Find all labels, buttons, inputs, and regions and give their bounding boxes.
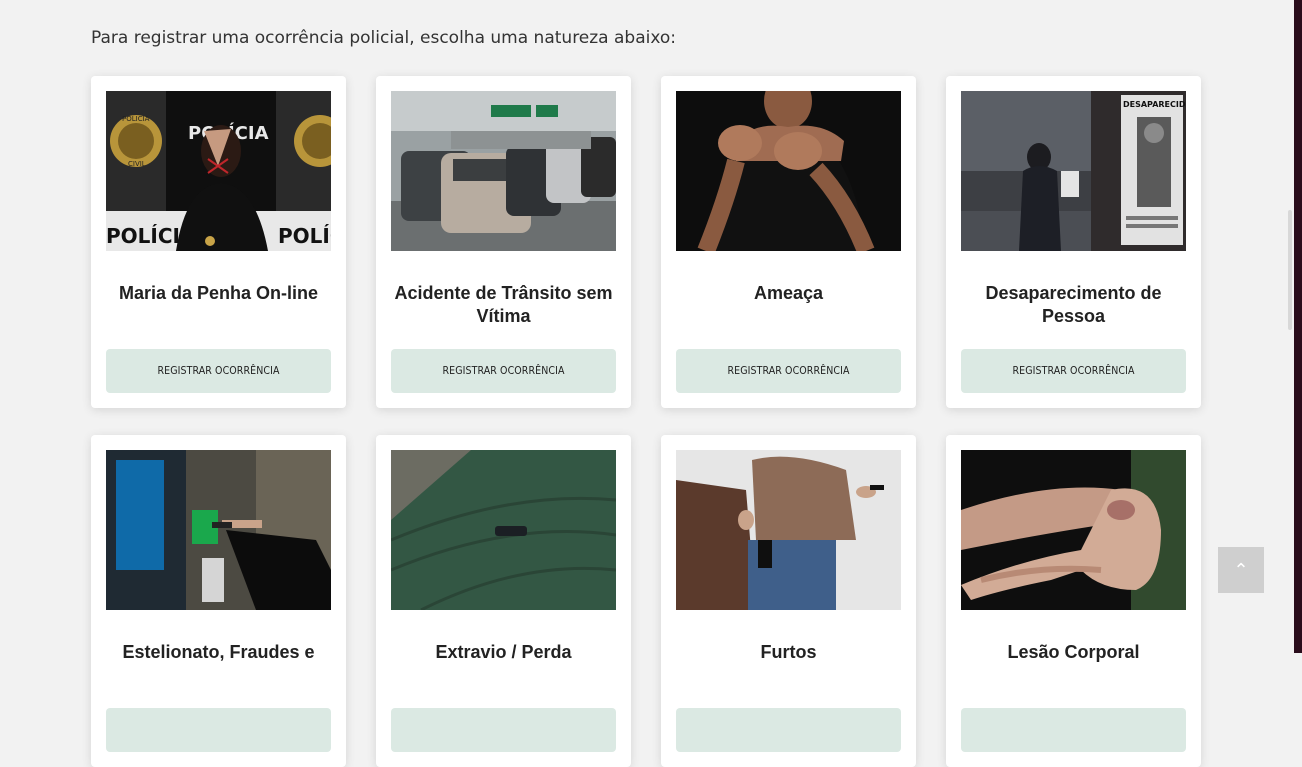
category-card-extravio[interactable]: Extravio / Perda bbox=[376, 435, 631, 767]
svg-text:POLICIA: POLICIA bbox=[122, 115, 150, 123]
register-button[interactable]: REGISTRAR OCORRÊNCIA bbox=[676, 349, 901, 393]
register-button[interactable] bbox=[961, 708, 1186, 752]
register-button[interactable] bbox=[676, 708, 901, 752]
page-edge-bar bbox=[1294, 0, 1302, 653]
missing-person-photo: DESAPARECIDO bbox=[961, 91, 1186, 251]
category-card-desaparecimento[interactable]: DESAPARECIDO Desaparecimento de Pessoa R… bbox=[946, 76, 1201, 408]
category-card-maria-da-penha[interactable]: POLÍCIA POLÍCIA POLÍCIA POLICIA CIVIL bbox=[91, 76, 346, 408]
category-card-furtos[interactable]: Furtos bbox=[661, 435, 916, 767]
maria-da-penha-photo: POLÍCIA POLÍCIA POLÍCIA POLICIA CIVIL bbox=[106, 91, 331, 251]
theft-photo bbox=[676, 450, 901, 610]
card-title: Acidente de Trânsito sem Vítima bbox=[394, 283, 613, 326]
bodily-injury-photo bbox=[961, 450, 1186, 610]
back-to-top-button[interactable]: ⌃ bbox=[1218, 547, 1264, 593]
category-card-estelionato[interactable]: Estelionato, Fraudes e bbox=[91, 435, 346, 767]
card-title: Desaparecimento de Pessoa bbox=[985, 283, 1162, 326]
lost-item-photo bbox=[391, 450, 616, 610]
scrollbar-thumb[interactable] bbox=[1288, 210, 1292, 330]
register-button[interactable] bbox=[391, 708, 616, 752]
chevron-up-icon: ⌃ bbox=[1233, 559, 1249, 580]
svg-text:POLÍCIA: POLÍCIA bbox=[278, 224, 331, 248]
card-title: Ameaça bbox=[753, 283, 824, 303]
traffic-accident-photo bbox=[391, 91, 616, 251]
category-card-acidente-transito[interactable]: Acidente de Trânsito sem Vítima REGISTRA… bbox=[376, 76, 631, 408]
category-grid: POLÍCIA POLÍCIA POLÍCIA POLICIA CIVIL bbox=[91, 76, 1201, 767]
register-button[interactable]: REGISTRAR OCORRÊNCIA bbox=[391, 349, 616, 393]
register-button[interactable]: REGISTRAR OCORRÊNCIA bbox=[961, 349, 1186, 393]
category-card-lesao-corporal[interactable]: Lesão Corporal bbox=[946, 435, 1201, 767]
svg-text:CIVIL: CIVIL bbox=[128, 160, 146, 168]
page-instruction: Para registrar uma ocorrência policial, … bbox=[91, 28, 677, 48]
register-button[interactable]: REGISTRAR OCORRÊNCIA bbox=[106, 349, 331, 393]
svg-text:DESAPARECIDO: DESAPARECIDO bbox=[1123, 100, 1186, 109]
card-title: Maria da Penha On-line bbox=[118, 283, 319, 303]
fraud-photo bbox=[106, 450, 331, 610]
register-button[interactable] bbox=[106, 708, 331, 752]
category-card-ameaca[interactable]: Ameaça REGISTRAR OCORRÊNCIA bbox=[661, 76, 916, 408]
threat-photo bbox=[676, 91, 901, 251]
